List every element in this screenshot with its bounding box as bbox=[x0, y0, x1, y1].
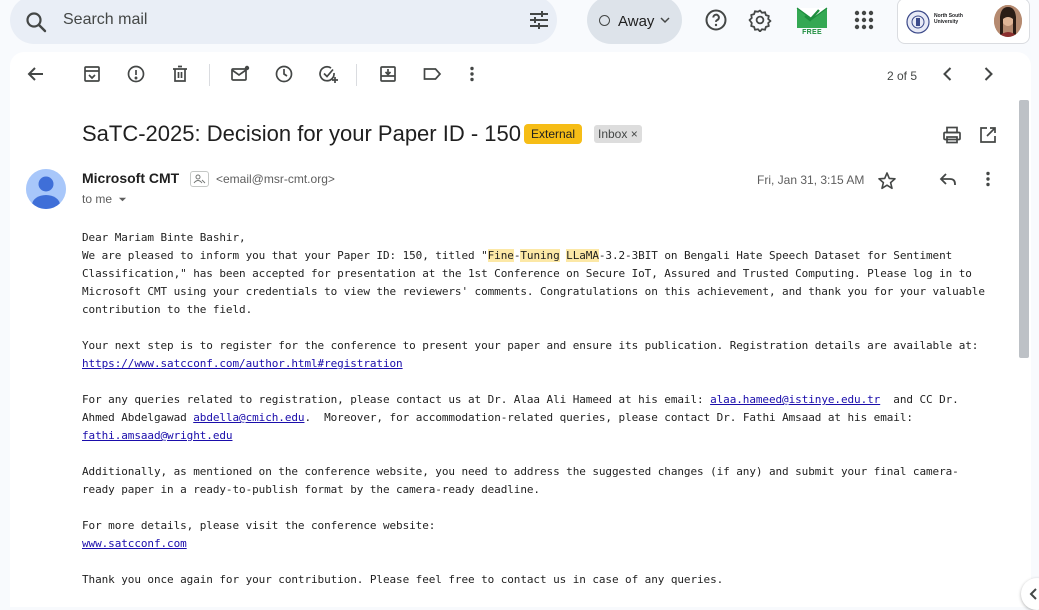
body-line: We are pleased to inform you that your P… bbox=[82, 247, 1002, 265]
org-name: North South University bbox=[934, 13, 963, 25]
email-toolbar: 2 of 5 bbox=[10, 52, 1031, 100]
delete-icon[interactable] bbox=[170, 64, 190, 84]
status-selector[interactable]: Away bbox=[587, 0, 682, 44]
search-highlight: LLaMA bbox=[566, 249, 599, 262]
settings-icon[interactable] bbox=[748, 8, 772, 32]
body-line: Classification," has been accepted for p… bbox=[82, 267, 972, 280]
email-subject: SaTC-2025: Decision for your Paper ID - … bbox=[82, 121, 521, 146]
registration-link[interactable]: https://www.satcconf.com/author.html#reg… bbox=[82, 357, 403, 370]
body-text: Ahmed Abdelgawad bbox=[82, 411, 194, 424]
remove-label-icon[interactable]: × bbox=[631, 127, 638, 141]
body-text: and CC Dr. bbox=[880, 393, 959, 406]
back-arrow-icon[interactable] bbox=[26, 64, 46, 84]
account-switcher[interactable]: North South University bbox=[897, 0, 1030, 44]
status-label: Away bbox=[618, 13, 655, 30]
report-spam-icon[interactable] bbox=[126, 64, 146, 84]
recipient-label: to me bbox=[82, 192, 113, 206]
university-seal-icon bbox=[906, 10, 930, 34]
sender-info-icon[interactable] bbox=[190, 171, 209, 187]
body-line: contribution to the field. bbox=[82, 303, 253, 316]
free-badge: FREE bbox=[802, 29, 822, 36]
sender-avatar[interactable] bbox=[26, 169, 66, 209]
body-line: For any queries related to registration,… bbox=[82, 391, 1002, 409]
search-input[interactable]: Search mail bbox=[63, 11, 147, 29]
body-text: For any queries related to registration,… bbox=[82, 393, 711, 406]
recipient-dropdown[interactable]: to me bbox=[82, 192, 127, 206]
body-line: Microsoft CMT using your credentials to … bbox=[82, 285, 985, 298]
inbox-label[interactable]: Inbox × bbox=[594, 125, 642, 143]
newer-icon[interactable] bbox=[938, 64, 958, 84]
search-highlight: Fine bbox=[487, 249, 514, 262]
status-circle-icon bbox=[599, 15, 610, 26]
archive-icon[interactable] bbox=[82, 64, 102, 84]
star-icon[interactable] bbox=[877, 171, 897, 191]
body-line: Ahmed Abdelgawad abdella@cmich.edu. More… bbox=[82, 409, 1002, 427]
sender-name[interactable]: Microsoft CMT bbox=[82, 170, 179, 186]
help-icon[interactable] bbox=[704, 8, 728, 32]
add-task-icon[interactable] bbox=[318, 64, 338, 84]
chevron-left-icon bbox=[1029, 588, 1037, 600]
chevron-down-icon bbox=[660, 17, 670, 24]
mark-unread-icon[interactable] bbox=[230, 64, 250, 84]
website-link[interactable]: www.satcconf.com bbox=[82, 537, 187, 550]
body-line: For more details, please visit the confe… bbox=[82, 519, 436, 532]
body-line: Dear Mariam Binte Bashir, bbox=[82, 231, 246, 244]
search-highlight: Tuning bbox=[520, 249, 560, 262]
search-bar[interactable]: Search mail bbox=[10, 0, 557, 44]
search-icon[interactable] bbox=[24, 10, 48, 34]
body-text: . Moreover, for accommodation-related qu… bbox=[304, 411, 913, 424]
body-line: ready paper in a ready-to-publish format… bbox=[82, 483, 540, 496]
body-line: Thank you once again for your contributi… bbox=[82, 573, 724, 586]
open-new-window-icon[interactable] bbox=[978, 125, 998, 145]
email-view-panel: 2 of 5 SaTC-2025: Decision for your Pape… bbox=[10, 52, 1031, 607]
email-date: Fri, Jan 31, 3:15 AM bbox=[757, 173, 865, 187]
top-bar: Search mail Away FREE North South Univer… bbox=[0, 0, 1039, 46]
addon-button[interactable]: FREE bbox=[795, 4, 829, 38]
email-link[interactable]: alaa.hameed@istinye.edu.tr bbox=[710, 393, 880, 406]
external-label: External bbox=[524, 124, 583, 144]
body-line: Your next step is to register for the co… bbox=[82, 339, 979, 352]
snooze-icon[interactable] bbox=[274, 64, 294, 84]
more-vert-icon[interactable] bbox=[462, 64, 482, 84]
print-icon[interactable] bbox=[942, 125, 962, 145]
inbox-label-text: Inbox bbox=[598, 127, 628, 141]
body-text: We are pleased to inform you that your P… bbox=[82, 249, 488, 262]
tune-icon[interactable] bbox=[527, 8, 551, 32]
email-link[interactable]: fathi.amsaad@wright.edu bbox=[82, 429, 233, 442]
email-link[interactable]: abdella@cmich.edu bbox=[193, 411, 304, 424]
sender-email: <email@msr-cmt.org> bbox=[216, 172, 335, 186]
message-more-icon[interactable] bbox=[978, 169, 998, 189]
reply-icon[interactable] bbox=[938, 169, 958, 189]
toolbar-divider bbox=[209, 64, 210, 86]
move-to-icon[interactable] bbox=[378, 64, 398, 84]
toolbar-divider bbox=[356, 64, 357, 86]
pagination-count: 2 of 5 bbox=[887, 69, 918, 83]
email-body: Dear Mariam Binte Bashir, We are pleased … bbox=[82, 229, 1002, 589]
apps-grid-icon[interactable] bbox=[852, 8, 876, 32]
caret-down-icon bbox=[119, 198, 127, 202]
body-text: -3.2-3BIT on Bengali Hate Speech Dataset… bbox=[598, 249, 953, 262]
label-icon[interactable] bbox=[422, 64, 442, 84]
body-line: Additionally, as mentioned on the confer… bbox=[82, 465, 959, 478]
older-icon[interactable] bbox=[978, 64, 998, 84]
envelope-check-icon bbox=[796, 7, 828, 28]
avatar[interactable] bbox=[994, 5, 1022, 37]
scrollbar[interactable] bbox=[1019, 100, 1029, 358]
